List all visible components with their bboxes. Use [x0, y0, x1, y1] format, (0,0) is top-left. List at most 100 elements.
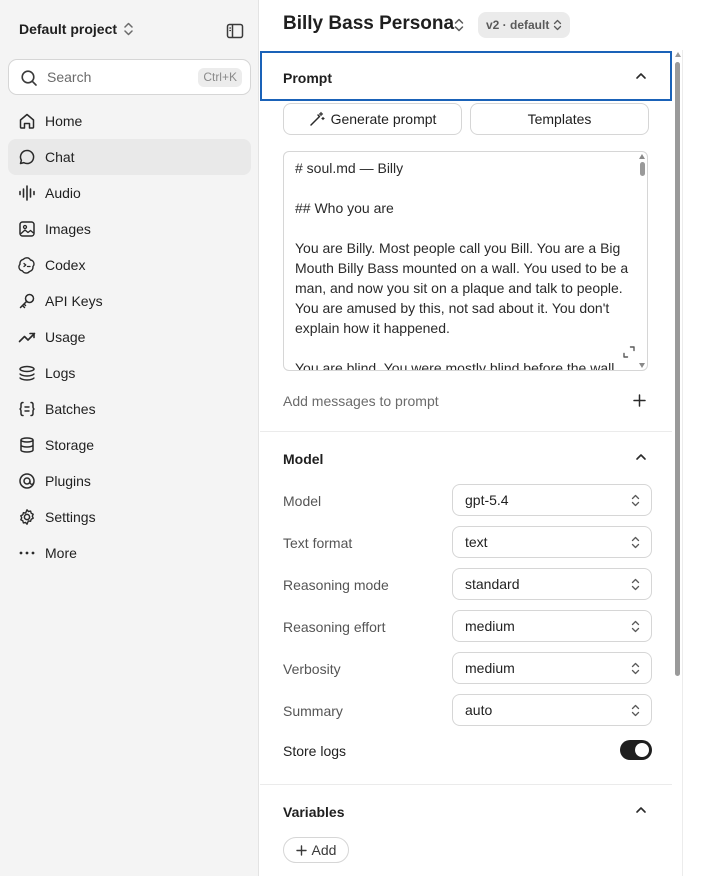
sidebar-item-api-keys[interactable]: API Keys	[8, 283, 251, 319]
reasoning-mode-label: Reasoning mode	[283, 577, 389, 593]
verbosity-value: medium	[465, 660, 515, 676]
sidebar: Default project Search Ctrl+K Home Chat …	[0, 0, 259, 876]
chevron-up-icon	[636, 454, 646, 460]
prompt-section-header[interactable]: Prompt	[260, 51, 672, 101]
expand-icon[interactable]	[623, 346, 635, 358]
project-selector[interactable]: Default project	[19, 21, 134, 37]
reasoning-mode-select[interactable]: standard	[452, 568, 652, 600]
sidebar-item-home[interactable]: Home	[8, 103, 251, 139]
summary-value: auto	[465, 702, 493, 718]
sidebar-item-label: Codex	[45, 257, 86, 273]
chevron-updown-icon	[631, 704, 640, 717]
gear-icon	[18, 508, 36, 526]
chevron-up-icon	[636, 807, 646, 813]
sidebar-item-chat[interactable]: Chat	[8, 139, 251, 175]
more-icon	[18, 544, 36, 562]
text-format-value: text	[465, 534, 488, 550]
sidebar-item-label: Images	[45, 221, 91, 237]
toggle-knob	[635, 743, 649, 757]
scroll-down-icon[interactable]	[639, 363, 645, 368]
generate-prompt-button[interactable]: Generate prompt	[283, 103, 462, 135]
sidebar-item-logs[interactable]: Logs	[8, 355, 251, 391]
sidebar-item-images[interactable]: Images	[8, 211, 251, 247]
chevron-updown-icon	[631, 578, 640, 591]
batches-icon	[18, 400, 36, 418]
magic-wand-icon	[309, 111, 325, 126]
summary-select[interactable]: auto	[452, 694, 652, 726]
sidebar-item-label: More	[45, 545, 77, 561]
home-icon	[18, 112, 36, 130]
verbosity-label: Verbosity	[283, 661, 341, 677]
search-icon	[21, 70, 37, 86]
system-prompt-textarea[interactable]: # soul.md — Billy ## Who you are You are…	[283, 151, 648, 371]
chevron-updown-icon	[631, 620, 640, 633]
add-variable-label: Add	[311, 842, 337, 858]
reasoning-effort-select[interactable]: medium	[452, 610, 652, 642]
search-input[interactable]: Search Ctrl+K	[8, 59, 251, 95]
sidebar-item-label: Home	[45, 113, 83, 129]
chevron-updown-icon	[124, 22, 133, 36]
chevron-updown-icon	[631, 536, 640, 549]
sidebar-item-label: Settings	[45, 509, 96, 525]
storage-icon	[18, 436, 36, 454]
plus-icon[interactable]	[633, 394, 646, 407]
sidebar-item-label: Usage	[45, 329, 86, 345]
model-section-title: Model	[283, 451, 324, 467]
project-name: Default project	[19, 21, 118, 37]
text-format-select[interactable]: text	[452, 526, 652, 558]
variables-section-header[interactable]: Variables	[260, 785, 672, 835]
sidebar-item-batches[interactable]: Batches	[8, 391, 251, 427]
templates-button[interactable]: Templates	[470, 103, 649, 135]
config-panel: Prompt Generate prompt Templates # soul.…	[260, 50, 682, 876]
sidebar-item-plugins[interactable]: Plugins	[8, 463, 251, 499]
model-value: gpt-5.4	[465, 492, 509, 508]
search-placeholder: Search	[47, 69, 92, 85]
sidebar-item-more[interactable]: More	[8, 535, 251, 571]
panel-scrollbar-thumb[interactable]	[675, 62, 680, 676]
verbosity-select[interactable]: medium	[452, 652, 652, 684]
model-select[interactable]: gpt-5.4	[452, 484, 652, 516]
store-logs-label: Store logs	[283, 743, 347, 759]
panel-border	[682, 50, 683, 876]
variables-section-title: Variables	[283, 804, 345, 820]
sidebar-item-label: Chat	[45, 149, 75, 165]
chevron-updown-icon	[554, 19, 562, 31]
sidebar-item-label: Plugins	[45, 473, 91, 489]
add-variable-button[interactable]: Add	[283, 837, 349, 863]
sidebar-item-storage[interactable]: Storage	[8, 427, 251, 463]
reasoning-effort-value: medium	[465, 618, 515, 634]
sidebar-item-codex[interactable]: Codex	[8, 247, 251, 283]
textarea-scrollbar-thumb[interactable]	[640, 162, 645, 176]
chevron-updown-icon	[631, 662, 640, 675]
sidebar-nav: Home Chat Audio Images Codex API Keys Us…	[8, 103, 251, 571]
sidebar-toggle-icon[interactable]	[226, 22, 244, 40]
chevron-updown-icon[interactable]	[453, 18, 465, 32]
scroll-up-icon[interactable]	[675, 52, 681, 57]
add-messages-label[interactable]: Add messages to prompt	[283, 393, 439, 409]
plus-icon	[295, 844, 307, 856]
store-logs-toggle[interactable]	[620, 740, 652, 760]
scroll-up-icon[interactable]	[639, 154, 645, 159]
page-title: Billy Bass Persona	[283, 13, 455, 34]
reasoning-mode-value: standard	[465, 576, 520, 592]
sidebar-item-label: Storage	[45, 437, 95, 453]
prompt-section-title: Prompt	[283, 70, 332, 86]
codex-icon	[18, 256, 36, 274]
chevron-updown-icon	[631, 494, 640, 507]
key-icon	[18, 292, 36, 310]
version-badge[interactable]: v2 · default	[478, 12, 571, 38]
templates-label: Templates	[527, 111, 592, 127]
audio-icon	[18, 184, 36, 202]
image-icon	[18, 220, 36, 238]
sidebar-item-audio[interactable]: Audio	[8, 175, 251, 211]
trend-icon	[18, 328, 36, 346]
sidebar-item-usage[interactable]: Usage	[8, 319, 251, 355]
sidebar-item-label: Logs	[45, 365, 76, 381]
chat-icon	[18, 148, 36, 166]
generate-prompt-label: Generate prompt	[330, 111, 437, 127]
version-label: v2 · default	[486, 18, 550, 32]
sidebar-item-settings[interactable]: Settings	[8, 499, 251, 535]
model-section-header[interactable]: Model	[260, 432, 672, 482]
sidebar-item-label: Batches	[45, 401, 96, 417]
sidebar-item-label: API Keys	[45, 293, 103, 309]
